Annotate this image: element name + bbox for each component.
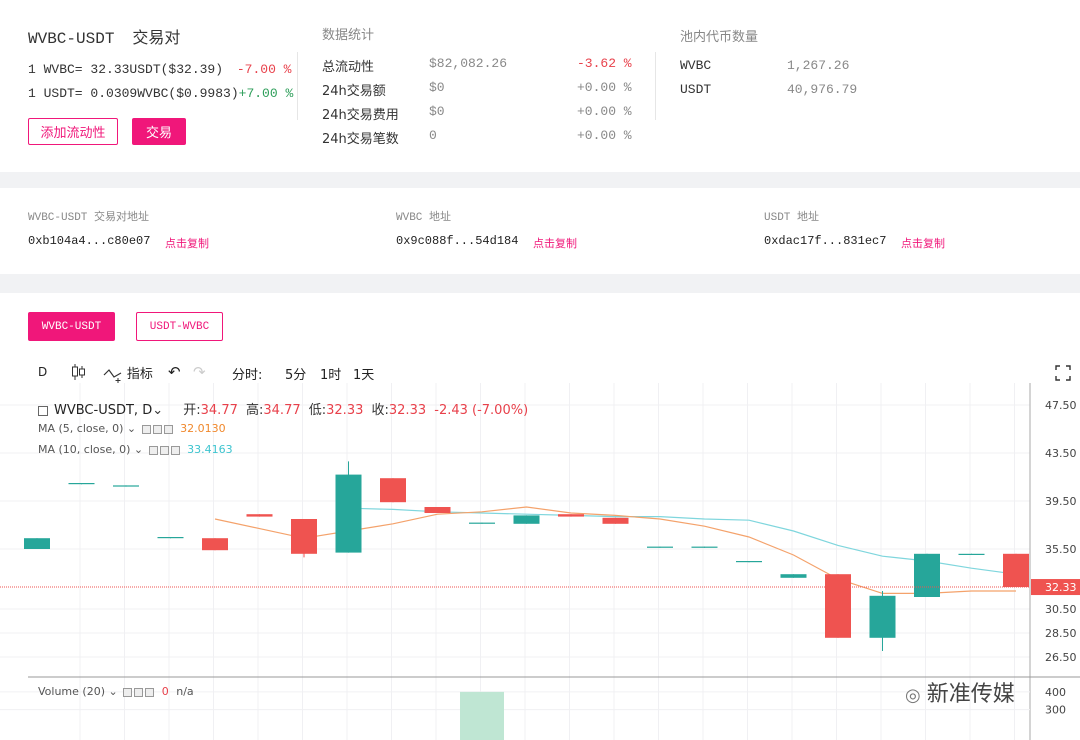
- candlestick-icon: [72, 364, 85, 380]
- price-tick-label: 35.50: [1045, 543, 1077, 556]
- legend-ma10: MA (10, close, 0) ⌄ 33.4163: [38, 443, 233, 456]
- tab-usdt-wvbc[interactable]: USDT-WVBC: [136, 312, 223, 341]
- legend-volume: Volume (20) ⌄ 0 n/a: [38, 685, 194, 698]
- candle-body: [246, 514, 273, 517]
- wechat-icon: ◎: [905, 685, 921, 706]
- candle-body: [914, 553, 940, 597]
- copy-address-button[interactable]: 点击复制: [533, 235, 577, 251]
- stat-label: 24h交易额: [322, 84, 386, 99]
- pool-amount: 1,267.26: [787, 58, 850, 73]
- stat-value: $0: [429, 104, 445, 119]
- address-label: WVBC 地址: [396, 212, 452, 224]
- candle-body: [958, 553, 985, 555]
- stat-label: 总流动性: [322, 60, 375, 75]
- price-tick-label: 39.50: [1045, 495, 1077, 508]
- candle-body: [736, 561, 762, 563]
- fullscreen-icon[interactable]: [1055, 365, 1071, 384]
- pair-title: WVBC-USDT 交易对: [28, 28, 181, 48]
- address-label: WVBC-USDT 交易对地址: [28, 212, 150, 224]
- stat-label: 24h交易费用: [322, 108, 399, 123]
- candle-body: [157, 537, 184, 539]
- stat-change: -3.62 %: [577, 56, 632, 71]
- interval-5m[interactable]: 5分: [285, 364, 306, 383]
- divider: [655, 52, 656, 120]
- candle-body: [202, 538, 228, 551]
- candle-body: [335, 474, 362, 553]
- candle-body: [558, 514, 584, 517]
- trade-button[interactable]: 交易: [132, 118, 186, 145]
- tab-wvbc-usdt[interactable]: WVBC-USDT: [28, 312, 115, 341]
- indicator-icon: [103, 368, 122, 383]
- interval-1d[interactable]: 1天: [353, 364, 374, 383]
- candle-type-button[interactable]: [70, 363, 86, 384]
- interval-button[interactable]: D: [38, 365, 47, 379]
- redo-icon[interactable]: ↷: [193, 363, 206, 381]
- time-label: 分时:: [232, 368, 263, 383]
- candle-body: [647, 546, 673, 548]
- price-tick-label: 26.50: [1045, 651, 1077, 664]
- stat-change: +0.00 %: [577, 128, 632, 143]
- candle-body: [469, 522, 495, 524]
- stat-change: +0.00 %: [577, 104, 632, 119]
- volume-tick-label: 400: [1045, 686, 1066, 699]
- price-tick-label: 28.50: [1045, 627, 1077, 640]
- indicators-label: 指标: [126, 367, 153, 382]
- price-tick-label: 30.50: [1045, 603, 1077, 616]
- address-value: 0x9c088f...54d184: [396, 234, 519, 248]
- watermark: ◎ 新准传媒: [905, 682, 1015, 707]
- candle-body: [869, 595, 896, 638]
- price-tick-label: 43.50: [1045, 447, 1077, 460]
- indicators-button[interactable]: 指标: [103, 363, 153, 383]
- address-value: 0xdac17f...831ec7: [764, 234, 887, 248]
- stat-value: $0: [429, 80, 445, 95]
- candle-body: [825, 574, 851, 638]
- stat-change: +0.00 %: [577, 80, 632, 95]
- pool-token: WVBC: [680, 58, 712, 73]
- candle-body: [513, 515, 540, 524]
- volume-bar: [460, 691, 504, 740]
- last-price-label: 32.33: [1045, 581, 1077, 594]
- stat-value: 0: [429, 128, 437, 143]
- stat-value: $82,082.26: [429, 56, 508, 71]
- copy-address-button[interactable]: 点击复制: [165, 235, 209, 251]
- stat-label: 24h交易笔数: [322, 132, 399, 147]
- divider: [297, 52, 298, 120]
- candle-body: [602, 517, 629, 524]
- undo-icon[interactable]: ↶: [168, 363, 181, 381]
- candle-body: [24, 538, 50, 549]
- legend-ma5: MA (5, close, 0) ⌄ 32.0130: [38, 422, 226, 435]
- address-label: USDT 地址: [764, 212, 820, 224]
- rate-usdt: 1 USDT= 0.0309WVBC($0.9983)+7.00 %: [28, 86, 294, 101]
- pool-token: USDT: [680, 82, 712, 97]
- rate-wvbc: 1 WVBC= 32.33USDT($32.39) -7.00 %: [28, 62, 292, 77]
- stats-title: 数据统计: [322, 28, 375, 43]
- copy-address-button[interactable]: 点击复制: [901, 235, 945, 251]
- pool-amount: 40,976.79: [787, 82, 858, 97]
- candle-body: [1003, 553, 1029, 588]
- address-value: 0xb104a4...c80e07: [28, 234, 151, 248]
- candle-body: [68, 483, 95, 485]
- chart-legend-main: WVBC-USDT, D⌄ 开:34.77 高:34.77 低:32.33 收:…: [38, 399, 528, 418]
- pool-title: 池内代币数量: [680, 30, 759, 45]
- candle-body: [291, 519, 317, 554]
- chart-panel: WVBC-USDT USDT-WVBC D 指标 ↶ ↷ 分时: 5分 1时 1…: [0, 293, 1080, 740]
- candle-body: [780, 574, 807, 578]
- candle-body: [380, 478, 406, 503]
- pair-info-panel: WVBC-USDT 交易对 1 WVBC= 32.33USDT($32.39) -…: [0, 0, 1080, 172]
- price-tick-label: 47.50: [1045, 399, 1077, 412]
- interval-1h[interactable]: 1时: [320, 364, 341, 383]
- candle-body: [113, 485, 139, 487]
- address-panel: WVBC-USDT 交易对地址 0xb104a4...c80e07 点击复制 WV…: [0, 188, 1080, 274]
- volume-tick-label: 300: [1045, 704, 1066, 717]
- add-liquidity-button[interactable]: 添加流动性: [28, 118, 118, 145]
- candle-body: [424, 507, 451, 513]
- collapse-icon[interactable]: [38, 405, 48, 416]
- candle-body: [691, 546, 718, 548]
